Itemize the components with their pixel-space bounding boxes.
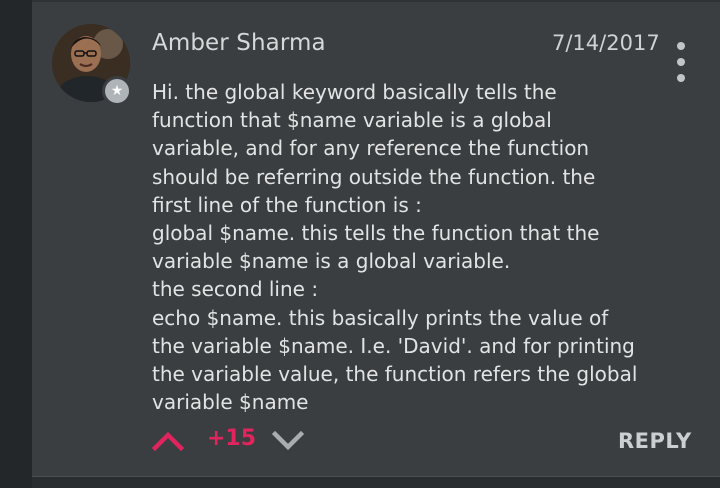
comment-line: echo $name. this basically prints the va…	[152, 305, 609, 330]
comment-line: the second line :	[152, 277, 319, 302]
comment-line: variable $name	[152, 390, 309, 415]
comment-date: 7/14/2017	[552, 31, 660, 55]
comment-card: ★ Amber Sharma 7/14/2017 Hi. the global …	[32, 0, 720, 476]
left-rail	[0, 0, 32, 488]
kebab-dot-icon	[677, 42, 685, 50]
comment-line: the variable $name. I.e. 'David'. and fo…	[152, 333, 635, 358]
next-comment-edge	[32, 476, 720, 488]
kebab-dot-icon	[677, 58, 685, 66]
comment-body: Hi. the global keyword basically tells t…	[152, 78, 697, 416]
comment-line: global $name. this tells the function th…	[152, 221, 600, 246]
star-icon: ★	[102, 76, 132, 106]
comment-line: variable $name is a global variable.	[152, 249, 511, 274]
vote-count: +15	[207, 426, 257, 451]
comment-line: function that $name variable is a global	[152, 108, 552, 133]
comment-line: first line of the function is :	[152, 192, 422, 217]
upvote-icon[interactable]	[152, 428, 184, 452]
more-options-icon[interactable]	[672, 42, 690, 82]
comment-line: variable, and for any reference the func…	[152, 136, 590, 161]
comment-line: should be referring outside the function…	[152, 164, 596, 189]
downvote-icon[interactable]	[272, 428, 304, 452]
reply-button[interactable]: REPLY	[618, 429, 692, 453]
comment-line: the variable value, the function refers …	[152, 362, 638, 387]
comment-screen: ★ Amber Sharma 7/14/2017 Hi. the global …	[0, 0, 720, 488]
comment-line: Hi. the global keyword basically tells t…	[152, 80, 557, 104]
author-name[interactable]: Amber Sharma	[152, 30, 326, 56]
